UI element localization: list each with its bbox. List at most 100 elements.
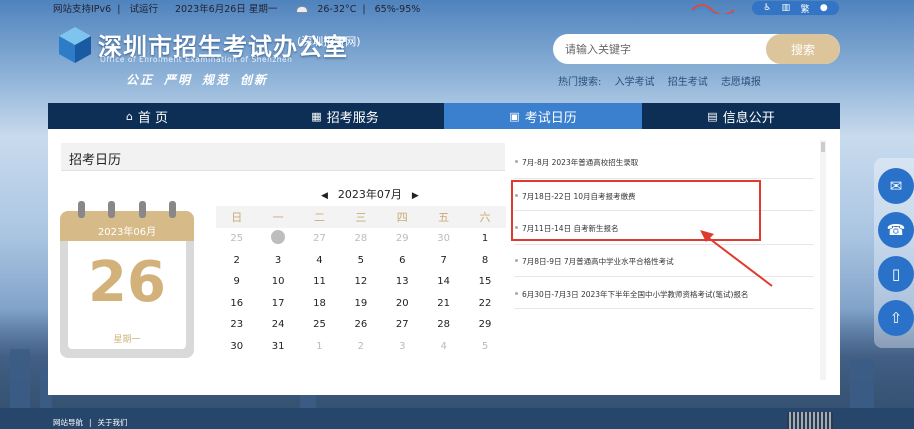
- calendar-day[interactable]: 7: [423, 255, 464, 266]
- binder-ring: [78, 201, 85, 218]
- calendar-day[interactable]: 24: [257, 319, 298, 330]
- nav-item-info-disclosure[interactable]: ▤ 信息公开: [642, 103, 840, 129]
- chart-icon[interactable]: ▥: [782, 3, 791, 13]
- calendar-heading: 招考日历: [69, 153, 122, 168]
- traditional-chinese-toggle[interactable]: 繁: [801, 2, 810, 15]
- hot-search-link[interactable]: 志愿填报: [721, 77, 761, 88]
- hot-search-link[interactable]: 入学考试: [615, 77, 655, 88]
- calendar-day[interactable]: 2: [216, 255, 257, 266]
- calendar-day[interactable]: 28: [423, 319, 464, 330]
- calendar-day[interactable]: 26: [340, 319, 381, 330]
- calendar-icon: ▣: [509, 109, 520, 123]
- prev-month-button[interactable]: ◀: [321, 191, 328, 201]
- site-logo-icon[interactable]: [56, 25, 94, 65]
- calendar-day[interactable]: 17: [257, 298, 298, 309]
- calendar-day[interactable]: 20: [382, 298, 423, 309]
- week-row: 9 10 11 12 13 14 15: [216, 271, 506, 293]
- emblem-logo: [690, 0, 736, 17]
- calendar-day[interactable]: 31: [257, 341, 298, 352]
- calendar-day[interactable]: 4: [423, 341, 464, 352]
- calendar-day[interactable]: 9: [216, 276, 257, 287]
- calendar-day[interactable]: 18: [299, 298, 340, 309]
- phone-icon[interactable]: ☎: [878, 212, 914, 248]
- calendar-day[interactable]: 13: [382, 276, 423, 287]
- weekday-label: 六: [479, 211, 491, 224]
- calendar-day[interactable]: 1: [464, 233, 505, 244]
- accessibility-icon[interactable]: ♿: [763, 3, 771, 13]
- calendar-day[interactable]: 28: [340, 233, 381, 244]
- search-input[interactable]: [565, 40, 755, 58]
- weekday-label: 二: [313, 211, 325, 224]
- month-label: 2023年07月: [337, 188, 402, 201]
- footer: 网站导航 | 关于我们: [0, 408, 914, 429]
- search-box: 搜索: [553, 34, 840, 64]
- hot-search-label: 热门搜索:: [558, 77, 602, 88]
- trial-notice: 试运行: [129, 4, 158, 15]
- calendar-day[interactable]: 11: [299, 276, 340, 287]
- today-card-weekday: 星期一: [113, 335, 141, 345]
- calendar-day[interactable]: [257, 230, 298, 247]
- week-row: 30 31 1 2 3 4 5: [216, 336, 506, 358]
- footer-link-about[interactable]: 关于我们: [98, 418, 128, 427]
- calendar-heading-bar: 招考日历: [61, 143, 505, 171]
- calendar-day[interactable]: 12: [340, 276, 381, 287]
- calendar-day[interactable]: 15: [464, 276, 505, 287]
- calendar-day[interactable]: 30: [423, 233, 464, 244]
- nav-item-home[interactable]: ⌂ 首 页: [48, 103, 246, 129]
- nav-item-exam-calendar[interactable]: ▣ 考试日历: [444, 103, 642, 129]
- calendar-day[interactable]: 29: [382, 233, 423, 244]
- today-marker: [271, 230, 286, 245]
- weekday-label: 日: [231, 211, 243, 224]
- binder-ring: [108, 201, 115, 218]
- calendar-day[interactable]: 3: [257, 255, 298, 266]
- list-scrollbar[interactable]: [820, 140, 826, 380]
- week-rows: 25 27 28 29 30 1 2 3 4 5 6 7 8 9 10 11 12 13 14 15 16 17 18 19 2…: [216, 228, 506, 357]
- next-month-button[interactable]: ▶: [412, 191, 419, 201]
- calendar-day[interactable]: 6: [382, 255, 423, 266]
- today-card: 2023年06月 26 星期一: [60, 201, 194, 358]
- calendar-day[interactable]: 5: [464, 341, 505, 352]
- calendar-day[interactable]: 3: [382, 341, 423, 352]
- calendar-day[interactable]: 27: [299, 233, 340, 244]
- mobile-icon[interactable]: ▯: [878, 256, 914, 292]
- calendar-day[interactable]: 16: [216, 298, 257, 309]
- calendar-day[interactable]: 19: [340, 298, 381, 309]
- calendar-day[interactable]: 14: [423, 276, 464, 287]
- calendar-day[interactable]: 22: [464, 298, 505, 309]
- week-row: 23 24 25 26 27 28 29: [216, 314, 506, 336]
- calendar-day[interactable]: 4: [299, 255, 340, 266]
- annotation-arrow: [700, 230, 773, 287]
- weekday-label: 三: [355, 211, 367, 224]
- calendar-day[interactable]: 5: [340, 255, 381, 266]
- calendar-day[interactable]: 21: [423, 298, 464, 309]
- today-card-month: 2023年06月: [97, 227, 157, 238]
- back-to-top-icon[interactable]: ⇧: [878, 300, 914, 336]
- hot-searches: 热门搜索: 入学考试 招生考试 志愿填报: [558, 73, 771, 88]
- search-button[interactable]: 搜索: [766, 34, 840, 64]
- calendar-day[interactable]: 29: [464, 319, 505, 330]
- calendar-day[interactable]: 25: [299, 319, 340, 330]
- home-icon: ⌂: [125, 109, 133, 123]
- chat-icon[interactable]: ●: [820, 3, 828, 13]
- footer-link-sitemap[interactable]: 网站导航: [53, 418, 83, 427]
- weekday-label: 四: [396, 211, 408, 224]
- nav-item-services[interactable]: ▦ 招考服务: [246, 103, 444, 129]
- calendar-day[interactable]: 1: [299, 341, 340, 352]
- month-grid: 日 一 二 三 四 五 六 25 27 28 29 30 1 2 3 4 5 6 7 8 9 10 11 12 1…: [216, 206, 506, 357]
- binder-ring: [139, 201, 146, 218]
- calendar-day[interactable]: 8: [464, 255, 505, 266]
- wechat-icon[interactable]: ✉: [878, 168, 914, 204]
- site-title-en: Office of Enrolment Examination of Shenz…: [100, 55, 293, 64]
- accessibility-toolbar: ♿ ▥ 繁 ●: [752, 1, 839, 15]
- calendar-day[interactable]: 30: [216, 341, 257, 352]
- calendar-day[interactable]: 10: [257, 276, 298, 287]
- calendar-day[interactable]: 27: [382, 319, 423, 330]
- hot-search-link[interactable]: 招生考试: [668, 77, 708, 88]
- weekday-header-row: 日 一 二 三 四 五 六: [216, 206, 506, 228]
- schedule-item[interactable]: 7月-8月 2023年普通高校招生录取: [514, 157, 814, 168]
- calendar-day[interactable]: 25: [216, 233, 257, 244]
- side-float-bar: ✉ ☎ ▯ ⇧: [874, 158, 914, 348]
- calendar-day[interactable]: 23: [216, 319, 257, 330]
- calendar-day[interactable]: 2: [340, 341, 381, 352]
- schedule-item[interactable]: 6月30日-7月3日 2023年下半年全国中小学教师资格考试(笔试)报名: [514, 289, 814, 300]
